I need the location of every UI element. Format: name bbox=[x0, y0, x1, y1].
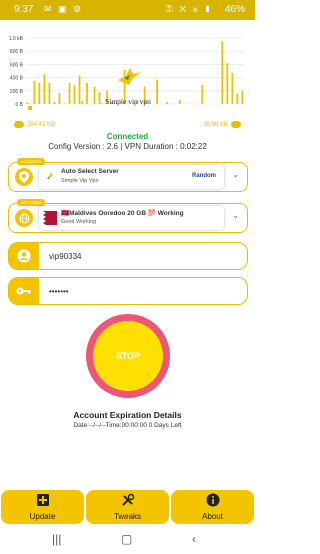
download-speed: 284.43 KB bbox=[14, 121, 55, 128]
update-label: Update bbox=[29, 512, 56, 521]
recent-apps-icon[interactable]: ||| bbox=[52, 532, 61, 546]
chart-bar bbox=[231, 72, 234, 104]
location-tag: LOCATION bbox=[17, 158, 46, 165]
server-logo-icon bbox=[45, 172, 56, 179]
speed-row: 284.43 KB 35.98 KB bbox=[0, 119, 255, 133]
app-logo-text: Simple vip vpn bbox=[105, 97, 151, 106]
network-select[interactable]: 🇲🇻Maldives Ooredoo 20 GB 💯 Working Good … bbox=[39, 206, 224, 230]
chart-bar bbox=[33, 80, 36, 104]
connection-status: Connected bbox=[106, 132, 149, 141]
key-icon bbox=[9, 278, 39, 304]
traffic-chart: 1.0 kB 800 B 600 B 400 B 200 B 0 B Simple vip… bbox=[9, 36, 244, 110]
server-select[interactable]: Auto Select Server Simple Vip Vpn Random bbox=[39, 165, 224, 189]
network-globe-icon bbox=[15, 209, 33, 227]
cloud-download-icon bbox=[14, 121, 24, 128]
info-icon bbox=[206, 493, 219, 507]
server-subtitle: Simple Vip Vpn bbox=[61, 178, 99, 184]
chart-bar bbox=[221, 41, 224, 104]
chevron-down-icon[interactable]: ⌄ bbox=[232, 211, 239, 220]
config-line: Config Version : 2.6 | VPN Duration : 0:… bbox=[48, 142, 207, 151]
chart-bar bbox=[63, 103, 66, 104]
chart-bar bbox=[28, 103, 31, 104]
home-icon[interactable]: ▢ bbox=[121, 532, 132, 546]
update-icon bbox=[36, 494, 49, 506]
tweaks-icon bbox=[121, 493, 134, 506]
server-mode: Random bbox=[192, 173, 216, 179]
chart-bar bbox=[178, 100, 181, 104]
about-label: About bbox=[202, 512, 223, 521]
chart-bar bbox=[156, 79, 159, 104]
chart-y-tick-label: 200 B bbox=[10, 89, 24, 95]
expiration-title: Account Expiration Details bbox=[73, 410, 182, 420]
username-input[interactable] bbox=[47, 248, 241, 265]
chart-bar bbox=[101, 103, 103, 104]
stop-button[interactable]: STOP bbox=[86, 314, 170, 398]
chart-bar bbox=[86, 82, 88, 104]
user-icon bbox=[9, 243, 39, 269]
chart-bar bbox=[201, 84, 204, 104]
chart-bar bbox=[26, 102, 28, 104]
password-input[interactable] bbox=[47, 283, 241, 300]
hummingbird-icon bbox=[118, 68, 141, 85]
password-field[interactable] bbox=[8, 277, 248, 305]
chart-bar bbox=[38, 82, 41, 104]
chart-origin-marker bbox=[28, 106, 32, 110]
chart-bar bbox=[43, 74, 46, 104]
username-field[interactable] bbox=[8, 242, 248, 270]
stop-button-label: STOP bbox=[93, 321, 163, 391]
status-left-icons: ✉ ▣ ⚙ bbox=[44, 4, 84, 14]
network-flag-icon bbox=[43, 211, 57, 225]
server-card[interactable]: LOCATION Auto Select Server Simple Vip V… bbox=[8, 158, 248, 192]
chart-bar bbox=[81, 100, 83, 104]
chart-bar bbox=[68, 82, 71, 104]
chart-bar bbox=[226, 63, 229, 104]
chart-bar bbox=[98, 92, 101, 104]
server-title: Auto Select Server bbox=[61, 168, 119, 175]
location-pin-icon bbox=[15, 168, 33, 186]
chart-y-tick-label: 800 B bbox=[10, 49, 24, 55]
expiration-detail: Date:--/--/--Time:00:00:00 0 Days Left bbox=[73, 422, 182, 429]
chart-bar bbox=[78, 75, 81, 104]
chart-bar bbox=[58, 92, 61, 104]
network-card[interactable]: NETWORK 🇲🇻Maldives Ooredoo 20 GB 💯 Worki… bbox=[8, 199, 248, 233]
chevron-down-icon[interactable]: ⌄ bbox=[232, 170, 239, 179]
cloud-upload-icon bbox=[231, 121, 241, 128]
chart-bar bbox=[241, 90, 244, 104]
status-right-icons: ⚿ ✕ ≋ ▮ bbox=[165, 4, 213, 14]
bottom-nav: Update Tweaks About bbox=[0, 490, 255, 524]
chart-y-tick-label: 1.0 kB bbox=[9, 36, 24, 42]
tweaks-button[interactable]: Tweaks bbox=[86, 490, 169, 524]
back-icon[interactable]: ‹ bbox=[192, 532, 196, 546]
chart-bar bbox=[93, 86, 96, 104]
chart-bar bbox=[73, 85, 76, 104]
chart-y-tick-label: 0 B bbox=[15, 102, 23, 108]
chart-bar bbox=[236, 93, 239, 104]
upload-speed: 35.98 KB bbox=[203, 121, 241, 128]
about-button[interactable]: About bbox=[171, 490, 254, 524]
chart-bar bbox=[166, 102, 169, 104]
system-nav-bar: ||| ▢ ‹ bbox=[0, 526, 255, 554]
network-subtitle: Good Working bbox=[61, 219, 97, 225]
status-time: 9:37 bbox=[14, 4, 34, 15]
network-title: 🇲🇻Maldives Ooredoo 20 GB 💯 Working bbox=[61, 210, 184, 217]
battery-level: 46% bbox=[224, 4, 245, 15]
network-tag: NETWORK bbox=[17, 199, 46, 206]
chart-y-tick-label: 400 B bbox=[10, 76, 24, 82]
tweaks-label: Tweaks bbox=[113, 512, 142, 521]
chart-bar bbox=[48, 82, 51, 104]
chart-y-tick-label: 600 B bbox=[10, 62, 24, 68]
status-bar: 9:37 ✉ ▣ ⚙ ⚿ ✕ ≋ ▮ 46% bbox=[0, 0, 255, 20]
chart-bar bbox=[53, 102, 56, 104]
update-button[interactable]: Update bbox=[1, 490, 84, 524]
